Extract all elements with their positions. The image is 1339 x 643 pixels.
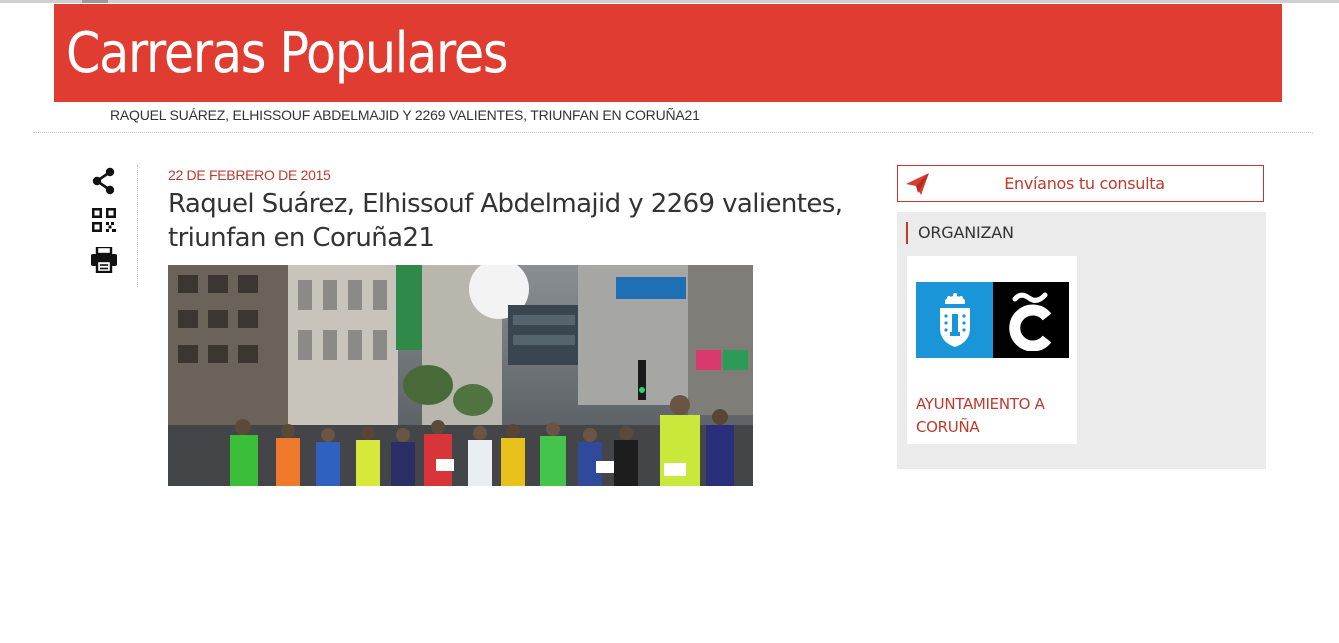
c-tilde-logo-icon (993, 282, 1069, 358)
header-divider (33, 132, 1313, 133)
scroll-indicator (82, 0, 108, 3)
site-title[interactable]: Carreras Populares (66, 18, 509, 90)
print-button[interactable] (88, 245, 120, 275)
organizers-panel: ORGANIZAN AYUNTAMIENTO A CORUÑA (897, 212, 1266, 469)
print-icon (91, 247, 117, 273)
share-icon (92, 167, 115, 195)
post-title[interactable]: Raquel Suárez, Elhissouf Abdelmajid y 22… (168, 187, 868, 255)
tools-divider (137, 165, 138, 287)
qr-code-button[interactable] (88, 205, 120, 235)
site-header: Carreras Populares (54, 4, 1282, 102)
organizer-logo[interactable] (916, 282, 1069, 358)
coat-of-arms-icon (916, 282, 993, 358)
breadcrumb: RAQUEL SUÁREZ, ELHISSOUF ABDELMAJID Y 22… (110, 107, 700, 123)
organizers-heading: ORGANIZAN (906, 222, 1014, 244)
browser-top-edge (0, 0, 1339, 3)
qr-code-icon (92, 208, 116, 232)
share-button[interactable] (88, 166, 120, 196)
organizer-name-link[interactable]: AYUNTAMIENTO A CORUÑA (916, 393, 1066, 439)
organizer-card[interactable]: AYUNTAMIENTO A CORUÑA (907, 256, 1077, 444)
contact-button[interactable]: Envíanos tu consulta (897, 165, 1264, 202)
post-featured-image[interactable] (168, 265, 753, 486)
post-date: 22 DE FEBRERO DE 2015 (168, 167, 331, 183)
contact-button-label: Envíanos tu consulta (1004, 174, 1165, 193)
